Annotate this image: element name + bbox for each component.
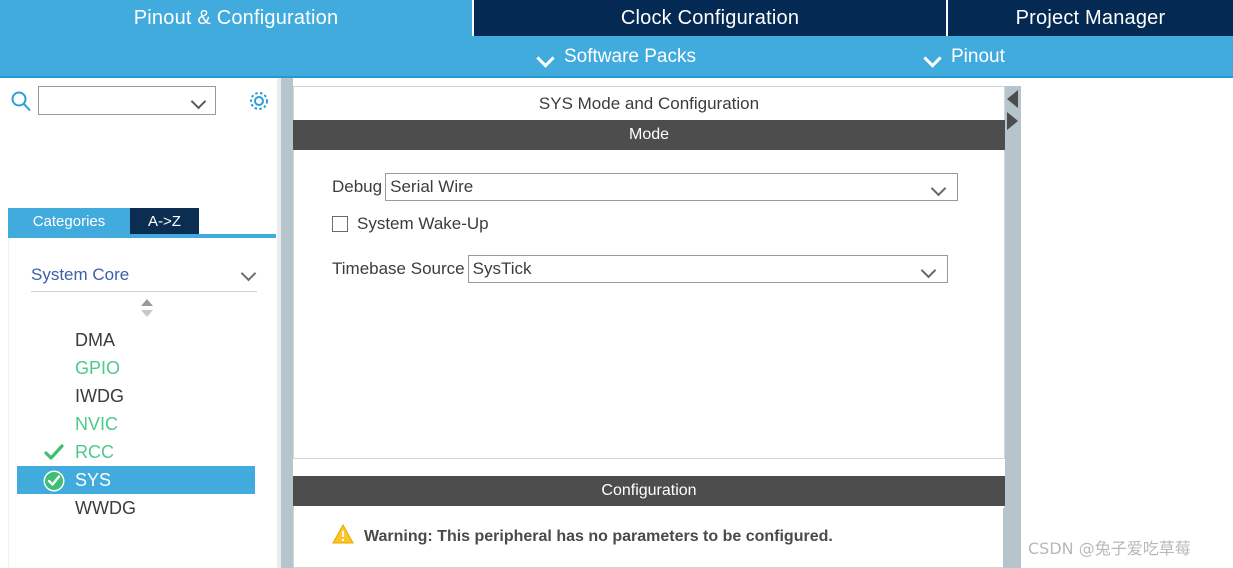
chevron-down-icon <box>925 52 942 62</box>
panel-edge-rail[interactable] <box>1005 138 1021 568</box>
sidebar-content: System Core DMA GPIO IWDG NVIC RCC SYS W… <box>8 238 276 568</box>
tab-project-label: Project Manager <box>1015 6 1166 29</box>
field-system-wake-up[interactable]: System Wake-Up <box>332 214 489 234</box>
tab-clock-configuration[interactable]: Clock Configuration <box>474 0 946 36</box>
list-item-label: GPIO <box>75 358 121 378</box>
main-tab-bar: Pinout & Configuration Clock Configurati… <box>0 0 1233 36</box>
secondary-menu-bar: Software Packs Pinout <box>0 36 1233 78</box>
tab-a-to-z-label: A->Z <box>148 212 181 230</box>
list-item-label: IWDG <box>75 386 124 406</box>
triangle-left-icon[interactable] <box>1007 90 1018 108</box>
configuration-body: Warning: This peripheral has no paramete… <box>293 506 1005 568</box>
list-item-label: SYS <box>75 470 112 490</box>
stm32cubemx-window: Pinout & Configuration Clock Configurati… <box>0 0 1233 568</box>
chevron-down-icon <box>538 52 555 62</box>
tab-pinout-label: Pinout & Configuration <box>133 6 339 29</box>
panel-collapse-controls <box>1005 86 1021 138</box>
section-header-mode-label: Mode <box>628 126 670 143</box>
tab-categories[interactable]: Categories <box>8 208 130 234</box>
section-header-configuration: Configuration <box>293 476 1005 506</box>
sidebar-group-system-core-label: System Core <box>31 264 130 284</box>
menu-pinout[interactable]: Pinout <box>925 36 1005 78</box>
menu-pinout-label: Pinout <box>951 46 1005 67</box>
debug-select[interactable]: Serial Wire <box>385 173 959 201</box>
configuration-main-panel: SYS Mode and Configuration Mode Debug Se… <box>293 78 1233 568</box>
search-row <box>0 82 276 118</box>
field-timebase-label: Timebase Source <box>332 259 465 278</box>
search-icon <box>10 90 32 112</box>
chevron-down-icon <box>932 183 947 192</box>
warning-triangle-icon <box>332 523 354 549</box>
list-item-gpio[interactable]: GPIO <box>17 354 269 382</box>
configuration-card: Configuration Warning: This peripheral h… <box>293 476 1005 568</box>
list-item-label: RCC <box>75 442 114 462</box>
section-header-mode: Mode <box>293 120 1005 150</box>
tab-categories-label: Categories <box>32 212 106 230</box>
field-debug: Debug Serial Wire <box>332 173 959 201</box>
chevron-down-icon <box>922 265 937 274</box>
sidebar-view-tabs: Categories A->Z <box>8 208 276 234</box>
page-title-label: SYS Mode and Configuration <box>538 93 760 113</box>
system-wake-up-label: System Wake-Up <box>357 214 489 233</box>
field-debug-label: Debug <box>332 177 383 196</box>
warning-text: Warning: This peripheral has no paramete… <box>364 527 833 545</box>
gear-icon[interactable] <box>246 88 272 114</box>
section-header-configuration-label: Configuration <box>601 482 697 499</box>
list-item-sys[interactable]: SYS <box>17 466 255 494</box>
check-icon <box>43 442 65 464</box>
chevron-down-icon <box>241 267 257 283</box>
triangle-right-icon[interactable] <box>1007 112 1018 130</box>
debug-select-value: Serial Wire <box>390 177 474 196</box>
search-combobox[interactable] <box>38 86 216 115</box>
list-item-rcc[interactable]: RCC <box>17 438 269 466</box>
list-item-label: NVIC <box>75 414 119 434</box>
watermark: CSDN @兔子爱吃草莓 <box>1028 539 1191 558</box>
tab-pinout-and-configuration[interactable]: Pinout & Configuration <box>0 0 472 36</box>
field-timebase-source: Timebase Source SysTick <box>332 255 948 283</box>
timebase-select[interactable]: SysTick <box>467 255 948 283</box>
list-item-label: WWDG <box>75 498 136 518</box>
tab-project-manager[interactable]: Project Manager <box>948 0 1233 36</box>
tab-a-to-z[interactable]: A->Z <box>130 208 199 234</box>
chevron-down-icon[interactable] <box>192 96 206 105</box>
sidebar-group-system-core[interactable]: System Core <box>31 258 257 292</box>
peripheral-list: DMA GPIO IWDG NVIC RCC SYS WWDG <box>17 326 269 522</box>
system-wake-up-checkbox[interactable] <box>332 216 348 232</box>
list-item-nvic[interactable]: NVIC <box>17 410 269 438</box>
check-circle-icon <box>43 470 65 492</box>
warning-message: Warning: This peripheral has no paramete… <box>332 523 833 549</box>
peripheral-sidebar: Categories A->Z System Core DMA GPIO IWD… <box>0 78 276 568</box>
scroll-up-down-icon[interactable] <box>139 298 155 318</box>
tab-clock-label: Clock Configuration <box>620 6 800 29</box>
menu-software-packs-label: Software Packs <box>564 46 696 67</box>
timebase-select-value: SysTick <box>472 259 532 278</box>
menu-software-packs[interactable]: Software Packs <box>538 36 696 78</box>
page-title: SYS Mode and Configuration <box>293 86 1005 120</box>
list-item-wwdg[interactable]: WWDG <box>17 494 269 522</box>
list-item-label: DMA <box>75 330 115 350</box>
list-item-iwdg[interactable]: IWDG <box>17 382 269 410</box>
watermark-side-bar <box>1003 508 1017 568</box>
mode-card: SYS Mode and Configuration Mode Debug Se… <box>293 86 1005 459</box>
search-input[interactable] <box>43 89 187 114</box>
sidebar-main-divider[interactable] <box>277 78 293 568</box>
mode-body: Debug Serial Wire System Wake-Up Timebas… <box>293 150 1005 459</box>
list-item-dma[interactable]: DMA <box>17 326 269 354</box>
